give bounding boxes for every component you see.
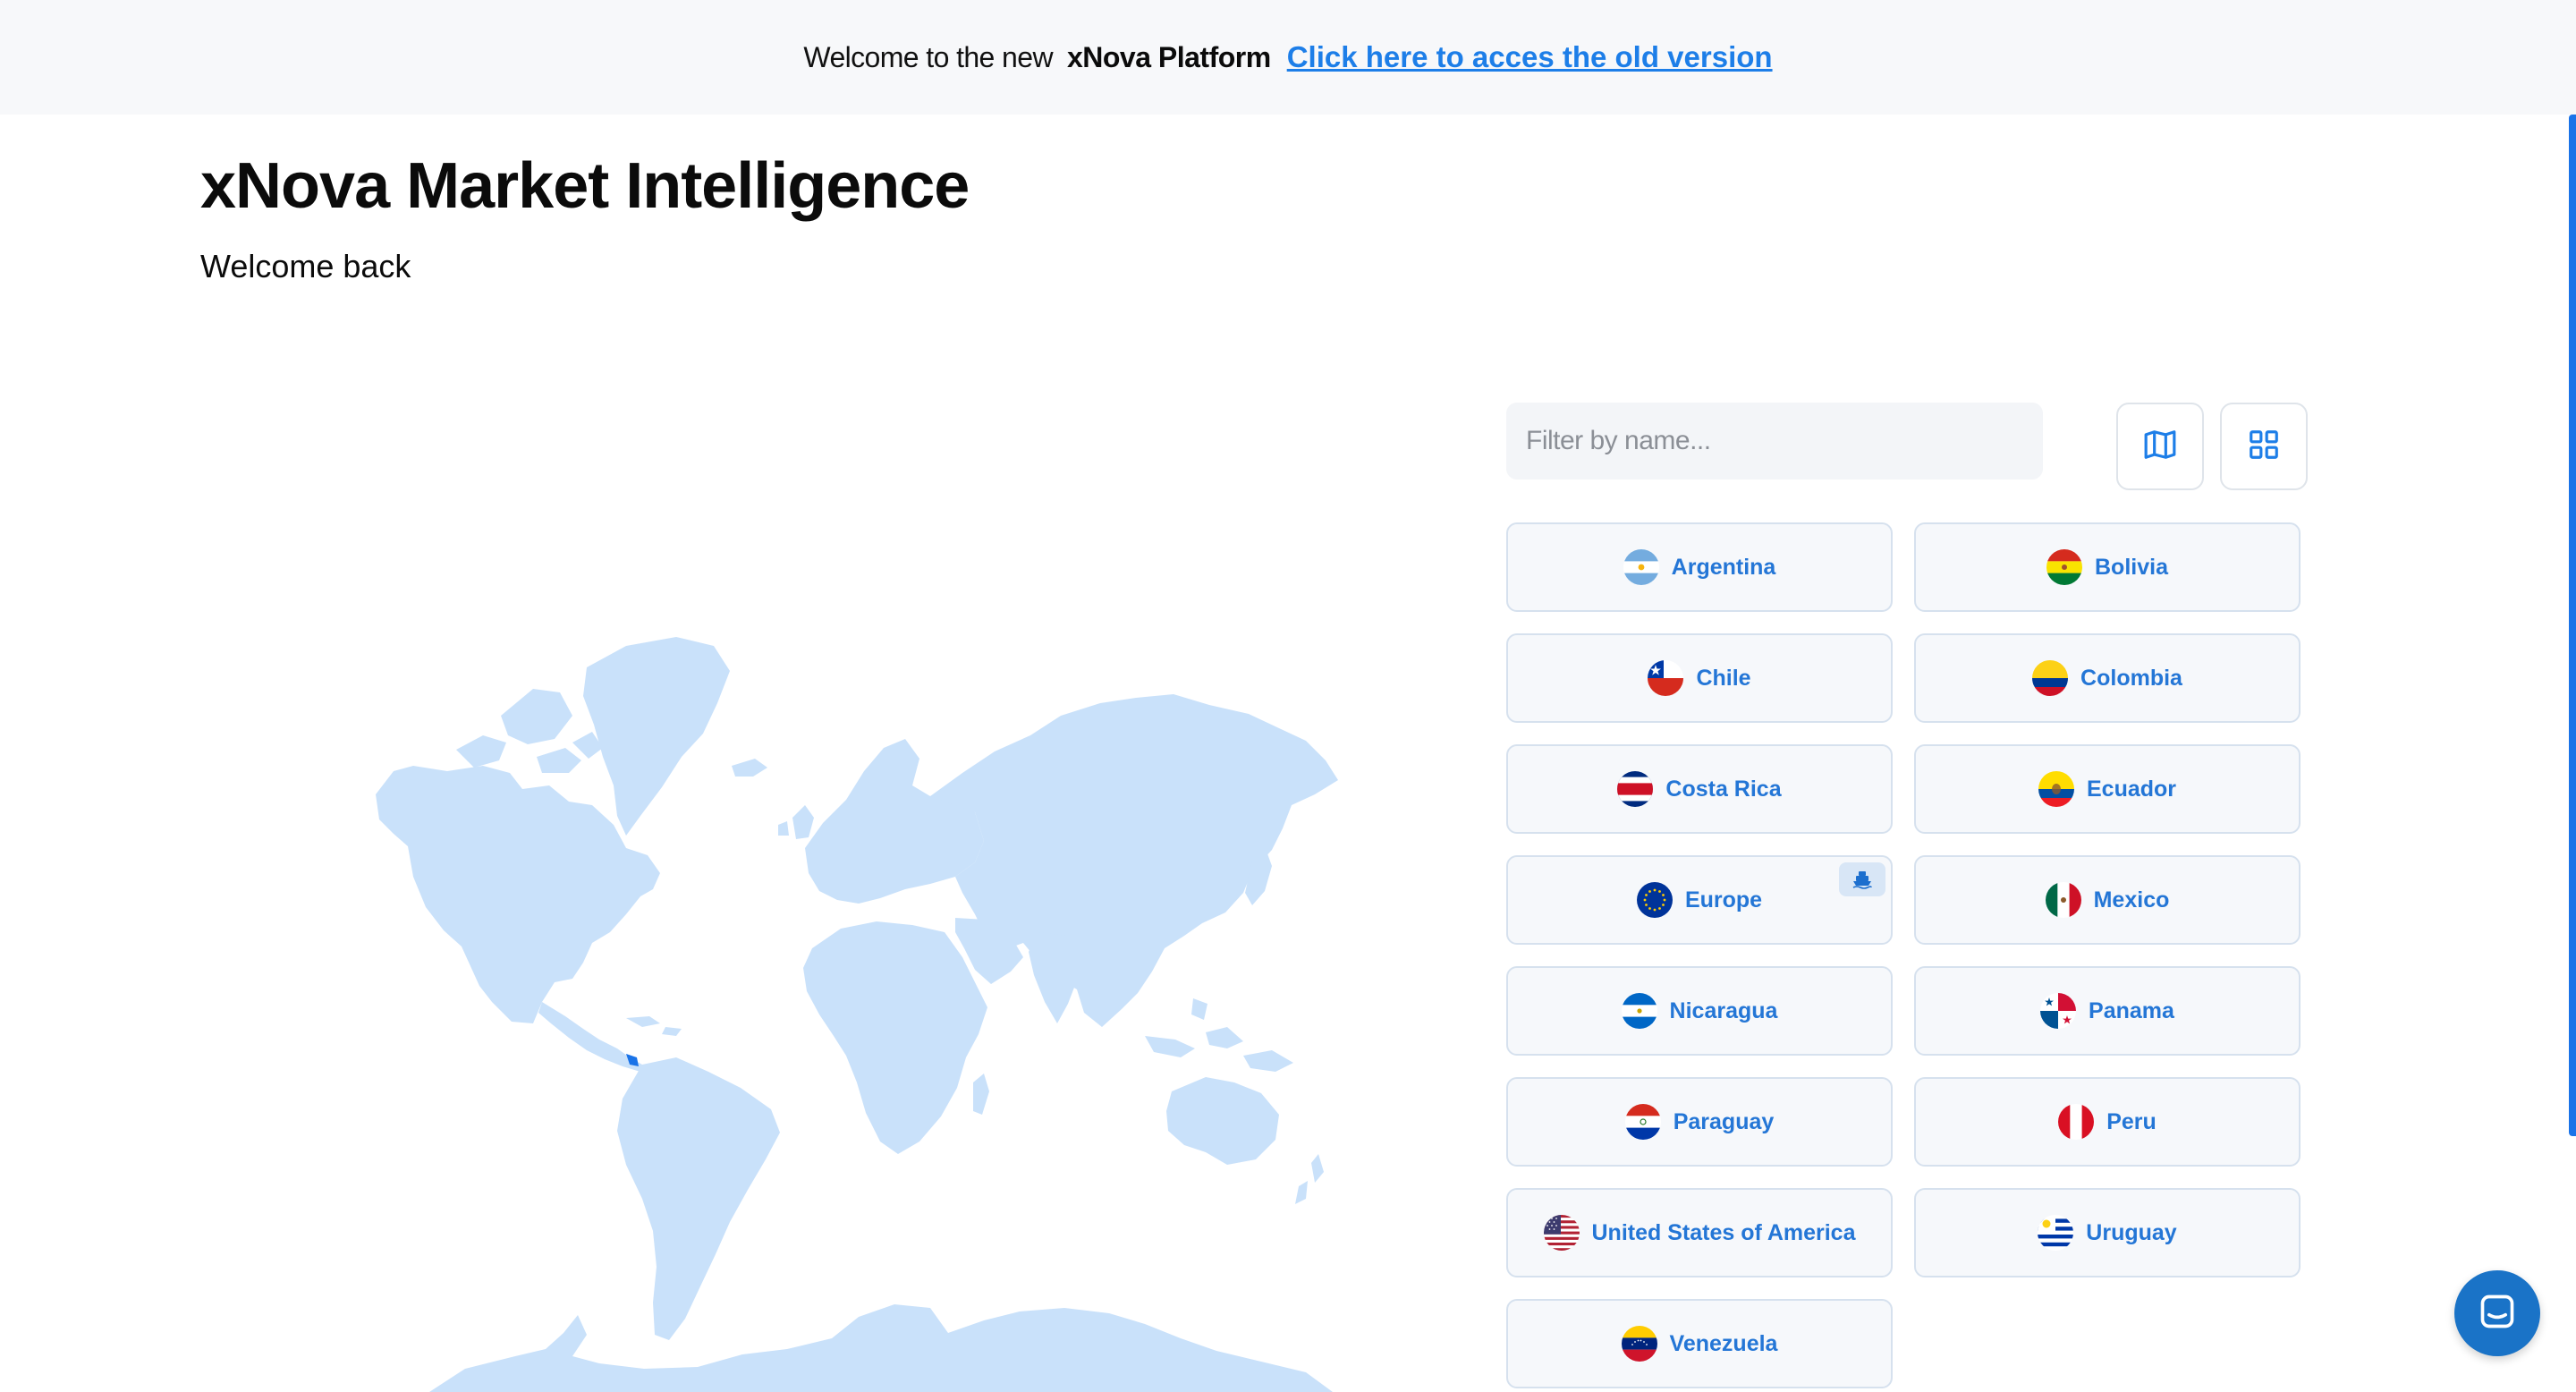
venezuela-flag-icon bbox=[1621, 1326, 1657, 1362]
country-label: Colombia bbox=[2080, 665, 2182, 691]
country-button-uruguay[interactable]: Uruguay bbox=[1914, 1188, 2301, 1277]
map-new-zealand[interactable] bbox=[1295, 1154, 1324, 1204]
country-label: Peru bbox=[2106, 1108, 2157, 1134]
country-label: Europe bbox=[1684, 887, 1763, 912]
nicaragua-flag-icon bbox=[1621, 993, 1657, 1029]
map-south-america[interactable] bbox=[617, 1057, 780, 1340]
country-label: Uruguay bbox=[2086, 1219, 2177, 1245]
costa-rica-flag-icon bbox=[1617, 771, 1654, 807]
ecuador-flag-icon bbox=[2038, 771, 2074, 807]
usa-flag-icon bbox=[1543, 1215, 1580, 1251]
grid-view-button[interactable] bbox=[2220, 403, 2308, 490]
map-sea-islands[interactable] bbox=[1145, 998, 1293, 1072]
map-madagascar[interactable] bbox=[973, 1074, 989, 1115]
country-label: Chile bbox=[1696, 665, 1751, 691]
map-view-button[interactable] bbox=[2116, 403, 2204, 490]
banner-welcome-text: Welcome to the new bbox=[803, 40, 1053, 73]
peru-flag-icon bbox=[2058, 1104, 2095, 1140]
country-button-mexico[interactable]: Mexico bbox=[1914, 855, 2301, 945]
country-button-ecuador[interactable]: Ecuador bbox=[1914, 744, 2301, 834]
map-antarctica[interactable] bbox=[429, 1304, 1333, 1392]
mexico-flag-icon bbox=[2045, 882, 2081, 918]
map-iceland[interactable] bbox=[732, 759, 767, 777]
chat-launcher-button[interactable] bbox=[2454, 1270, 2540, 1356]
bolivia-flag-icon bbox=[2046, 549, 2082, 585]
paraguay-flag-icon bbox=[1624, 1104, 1661, 1140]
ship-icon bbox=[1839, 862, 1885, 896]
page-title: xNova Market Intelligence bbox=[200, 150, 970, 222]
country-button-venezuela[interactable]: Venezuela bbox=[1506, 1299, 1893, 1388]
country-button-nicaragua[interactable]: Nicaragua bbox=[1506, 966, 1893, 1056]
chile-flag-icon bbox=[1648, 660, 1684, 696]
country-label: Venezuela bbox=[1669, 1330, 1778, 1356]
uruguay-flag-icon bbox=[2038, 1215, 2074, 1251]
country-label: Bolivia bbox=[2095, 554, 2168, 580]
country-button-costa-rica[interactable]: Costa Rica bbox=[1506, 744, 1893, 834]
argentina-flag-icon bbox=[1623, 549, 1659, 585]
banner-brand: xNova Platform bbox=[1066, 40, 1271, 73]
country-button-bolivia[interactable]: Bolivia bbox=[1914, 522, 2301, 612]
country-label: Costa Rica bbox=[1665, 776, 1782, 802]
world-map[interactable] bbox=[358, 581, 1377, 1392]
map-arctic-islands[interactable] bbox=[456, 689, 603, 773]
country-label: Mexico bbox=[2093, 887, 2170, 912]
country-label: Paraguay bbox=[1673, 1108, 1775, 1134]
country-button-paraguay[interactable]: Paraguay bbox=[1506, 1077, 1893, 1167]
country-label: Panama bbox=[2089, 997, 2174, 1023]
map-icon bbox=[2143, 428, 2177, 466]
europe-flag-icon bbox=[1636, 882, 1673, 918]
country-button-argentina[interactable]: Argentina bbox=[1506, 522, 1893, 612]
map-central-america[interactable] bbox=[538, 1002, 642, 1072]
filter-input[interactable] bbox=[1506, 403, 2043, 480]
country-label: Nicaragua bbox=[1669, 997, 1778, 1023]
country-button-europe[interactable]: Europe bbox=[1506, 855, 1893, 945]
top-banner: Welcome to the new xNova Platform Click … bbox=[0, 0, 2576, 115]
old-version-link[interactable]: Click here to acces the old version bbox=[1287, 40, 1773, 74]
country-label: Ecuador bbox=[2086, 776, 2177, 802]
country-button-chile[interactable]: Chile bbox=[1506, 633, 1893, 723]
country-label: United States of America bbox=[1591, 1219, 1856, 1245]
page-subtitle: Welcome back bbox=[200, 248, 411, 284]
map-british-isles[interactable] bbox=[778, 805, 814, 839]
country-button-usa[interactable]: United States of America bbox=[1506, 1188, 1893, 1277]
map-africa[interactable] bbox=[803, 921, 987, 1154]
country-label: Argentina bbox=[1671, 554, 1776, 580]
map-caribbean[interactable] bbox=[626, 1016, 682, 1036]
map-australia[interactable] bbox=[1166, 1077, 1279, 1165]
scrollbar-thumb[interactable] bbox=[2569, 115, 2576, 1136]
country-button-panama[interactable]: Panama bbox=[1914, 966, 2301, 1056]
panama-flag-icon bbox=[2040, 993, 2077, 1029]
chat-icon bbox=[2478, 1292, 2517, 1336]
country-button-peru[interactable]: Peru bbox=[1914, 1077, 2301, 1167]
colombia-flag-icon bbox=[2032, 660, 2069, 696]
map-greenland[interactable] bbox=[583, 637, 730, 836]
country-button-colombia[interactable]: Colombia bbox=[1914, 633, 2301, 723]
grid-icon bbox=[2247, 428, 2281, 466]
